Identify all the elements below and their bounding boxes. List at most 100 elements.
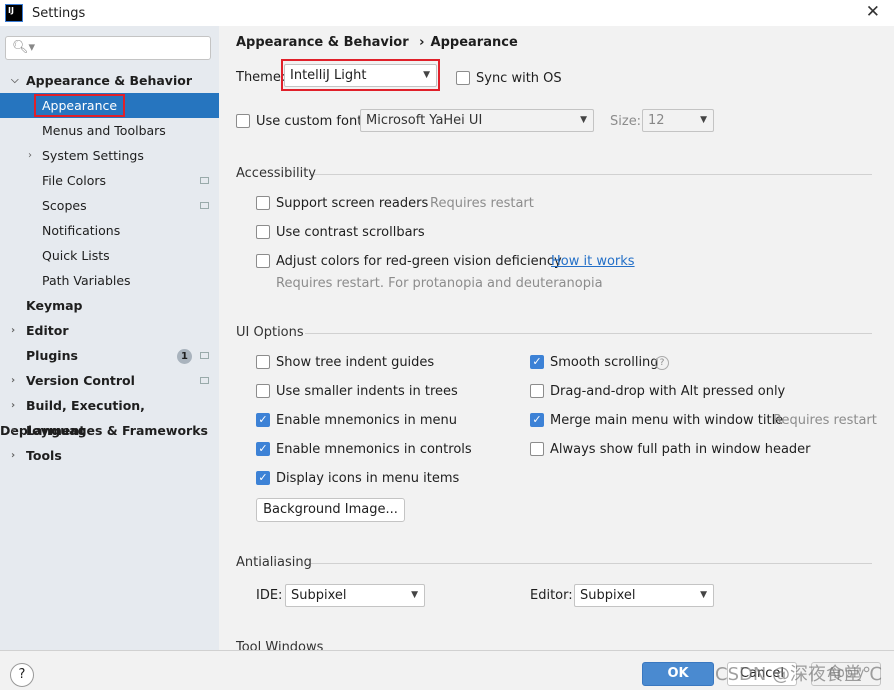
chevron-right-icon: › [11,450,16,461]
label: Appearance & Behavior [26,73,192,88]
ide-antialiasing-select[interactable]: Subpixel ▼ [285,584,425,607]
sidebar-item-plugins[interactable]: Plugins 1 [0,343,219,368]
plugins-badge: 1 [177,349,192,364]
dropdown-arrow-icon: ▼ [411,590,418,600]
breadcrumb: Appearance & Behavior › Appearance [236,35,518,50]
sidebar-item-appearance[interactable]: Appearance [0,93,219,118]
breadcrumb-sep: › [419,35,425,50]
color-deficiency-checkbox[interactable] [256,254,270,268]
contrast-label: Use contrast scrollbars [276,225,425,240]
screen-readers-checkbox[interactable] [256,196,270,210]
dropdown-arrow-icon: ▼ [700,590,707,600]
sidebar-item-keymap[interactable]: Keymap [0,293,219,318]
ui-option-checkbox[interactable]: ✓ [256,471,270,485]
project-icon [200,352,209,359]
ui-option-label: Enable mnemonics in menu [276,413,457,428]
sidebar-item-appearance-behavior[interactable]: ⌵ Appearance & Behavior [0,68,219,93]
ok-button[interactable]: OK [642,662,714,686]
sidebar-item-build[interactable]: › Build, Execution, Deployment [0,393,219,438]
dropdown-arrow-icon: ▼ [700,115,707,125]
dropdown-arrow-icon: ▼ [580,115,587,125]
ide-value: Subpixel [291,588,347,603]
accessibility-title: Accessibility [236,166,316,181]
ui-options-title: UI Options [236,325,304,340]
ui-option-label: Always show full path in window header [550,442,811,457]
label: Menus and Toolbars [42,123,166,138]
window-title: Settings [32,5,86,21]
label: Languages & Frameworks [26,423,208,438]
ui-option-label: Use smaller indents in trees [276,384,458,399]
color-deficiency-label: Adjust colors for red-green vision defic… [276,254,562,269]
ui-option-label: Enable mnemonics in controls [276,442,472,457]
sidebar-item-notifications[interactable]: Notifications [0,218,219,243]
close-icon[interactable]: ✕ [866,2,880,22]
font-select[interactable]: Microsoft YaHei UI ▼ [360,109,594,132]
app-logo: IJ [5,4,23,22]
label: Quick Lists [42,248,110,263]
label: Version Control [26,373,135,388]
sidebar-item-tools[interactable]: › Tools [0,443,219,468]
ui-option-label: Display icons in menu items [276,471,460,486]
sidebar-item-scopes[interactable]: Scopes [0,193,219,218]
ui-option-checkbox[interactable] [530,384,544,398]
sidebar-item-quick-lists[interactable]: Quick Lists [0,243,219,268]
ide-label: IDE: [256,588,283,603]
sidebar-item-menus[interactable]: Menus and Toolbars [0,118,219,143]
label: Appearance [34,94,126,117]
project-icon [200,177,209,184]
sync-os-label: Sync with OS [476,71,562,86]
sync-os-checkbox[interactable] [456,71,470,85]
sidebar-item-languages[interactable]: › Languages & Frameworks [0,418,219,443]
chevron-right-icon: › [28,150,32,161]
search-icon: 🔍︎▾ [12,40,36,55]
label: Scopes [42,198,87,213]
custom-font-checkbox[interactable] [236,114,250,128]
watermark: CSDN @深夜食堂℃ [715,664,883,685]
antialiasing-title: Antialiasing [236,555,312,570]
sidebar-item-version-control[interactable]: › Version Control [0,368,219,393]
title-bar: IJ Settings ✕ [0,0,894,26]
ui-option-checkbox[interactable]: ✓ [530,355,544,369]
ui-option-label: Merge main menu with window title [550,413,784,428]
chevron-right-icon: › [11,375,16,386]
ui-option-label: Drag-and-drop with Alt pressed only [550,384,786,399]
sidebar: 🔍︎▾ ⌵ Appearance & Behavior Appearance Me… [0,26,219,650]
sidebar-item-editor[interactable]: › Editor [0,318,219,343]
size-select[interactable]: 12 ▼ [642,109,714,132]
ui-option-checkbox[interactable]: ✓ [256,442,270,456]
project-icon [200,202,209,209]
divider [305,333,872,334]
help-icon[interactable]: ? [655,356,669,370]
ui-option-checkbox[interactable] [530,442,544,456]
merge-restart-note: Requires restart [773,413,877,428]
size-value: 12 [648,113,665,128]
ui-option-checkbox[interactable] [256,355,270,369]
deficiency-note: Requires restart. For protanopia and deu… [276,276,603,291]
dropdown-arrow-icon: ▼ [423,70,430,80]
label: Keymap [26,298,83,313]
chevron-right-icon: › [11,425,16,436]
label: Editor [26,323,69,338]
ui-option-checkbox[interactable]: ✓ [256,413,270,427]
sidebar-item-file-colors[interactable]: File Colors [0,168,219,193]
ui-option-label: Smooth scrolling [550,355,659,370]
how-it-works-link[interactable]: How it works [551,254,635,269]
settings-panel: Appearance & Behavior › Appearance Theme:… [219,26,894,655]
contrast-checkbox[interactable] [256,225,270,239]
search-input[interactable]: 🔍︎▾ [5,36,211,60]
label: Path Variables [42,273,131,288]
custom-font-label: Use custom font: [256,114,367,129]
theme-select[interactable]: IntelliJ Light ▼ [284,64,437,87]
editor-antialiasing-select[interactable]: Subpixel ▼ [574,584,714,607]
background-image-button[interactable]: Background Image... [256,498,405,522]
sidebar-item-path-variables[interactable]: Path Variables [0,268,219,293]
chevron-right-icon: › [11,325,16,336]
restart-note: Requires restart [430,196,534,211]
label: System Settings [42,148,144,163]
label: File Colors [42,173,107,188]
ui-option-checkbox[interactable]: ✓ [530,413,544,427]
sidebar-item-system-settings[interactable]: › System Settings [0,143,219,168]
breadcrumb-parent: Appearance & Behavior [236,35,409,50]
ui-option-checkbox[interactable] [256,384,270,398]
help-button[interactable]: ? [10,663,34,687]
